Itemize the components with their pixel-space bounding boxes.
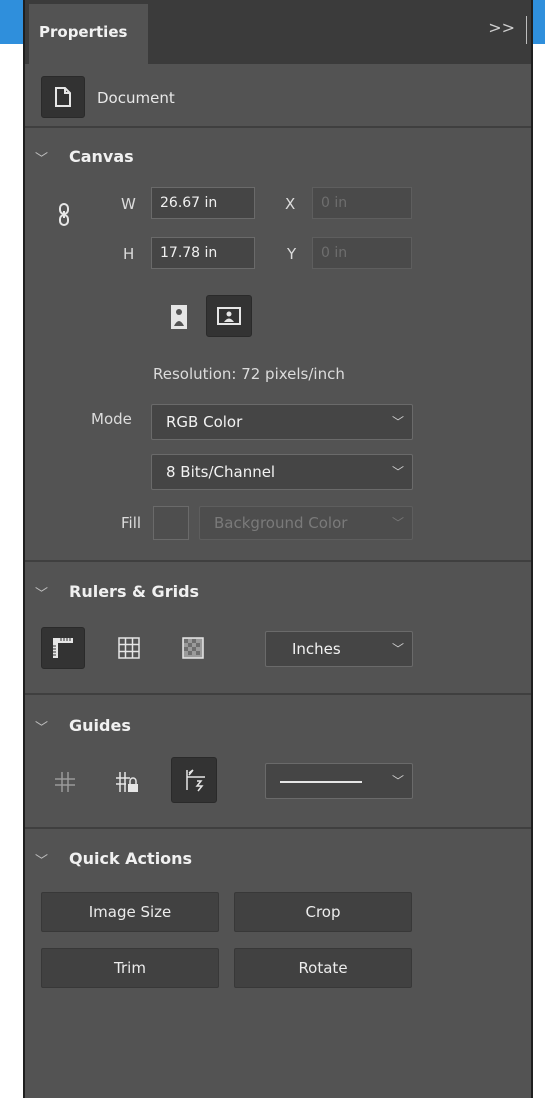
fill-value: Background Color — [214, 514, 348, 532]
panel-divider — [526, 16, 527, 44]
pixel-grid-icon — [182, 637, 204, 659]
link-dimensions-icon[interactable] — [57, 202, 71, 232]
line-style-icon — [280, 781, 362, 783]
ruler-units-value: Inches — [292, 640, 341, 658]
ruler-units-dropdown[interactable]: Inches ﹀ — [265, 631, 413, 667]
lock-guides-button[interactable] — [105, 761, 149, 803]
fill-color-swatch[interactable] — [153, 506, 189, 540]
section-title-guides[interactable]: Guides — [69, 716, 131, 735]
collapse-panel-button[interactable]: >> — [488, 18, 515, 37]
chevron-down-icon: ﹀ — [391, 465, 404, 479]
smart-guides-icon — [186, 769, 205, 792]
width-field[interactable]: 26.67 in — [151, 187, 255, 219]
portrait-orientation-button[interactable] — [162, 297, 196, 337]
guide-style-dropdown[interactable]: ﹀ — [265, 763, 413, 799]
fill-dropdown[interactable]: Background Color ﹀ — [199, 506, 413, 540]
section-title-canvas[interactable]: Canvas — [69, 147, 134, 166]
x-label: X — [285, 195, 296, 213]
y-field[interactable]: 0 in — [312, 237, 412, 269]
bit-depth-value: 8 Bits/Channel — [166, 463, 276, 481]
pixel-grid-toggle-button[interactable] — [171, 627, 215, 669]
guides-icon — [55, 772, 75, 792]
trim-button[interactable]: Trim — [41, 948, 219, 988]
section-title-quick-actions[interactable]: Quick Actions — [69, 849, 192, 868]
landscape-orientation-button[interactable] — [206, 295, 252, 337]
y-label: Y — [287, 245, 297, 263]
rotate-button[interactable]: Rotate — [234, 948, 412, 988]
panel-tab-bar: Properties >> — [25, 0, 531, 64]
divider — [25, 827, 531, 829]
resolution-text: Resolution: 72 pixels/inch — [153, 365, 345, 383]
bit-depth-dropdown[interactable]: 8 Bits/Channel ﹀ — [151, 454, 413, 490]
chevron-down-icon[interactable]: ﹀ — [35, 717, 48, 736]
mode-label: Mode — [91, 410, 132, 428]
document-icon — [55, 87, 71, 107]
chevron-down-icon[interactable]: ﹀ — [35, 850, 48, 869]
color-mode-value: RGB Color — [166, 413, 243, 431]
fill-label: Fill — [121, 514, 142, 532]
chevron-down-icon: ﹀ — [391, 516, 404, 530]
ruler-icon — [53, 638, 73, 658]
guides-toggle-button[interactable] — [43, 761, 87, 803]
properties-panel: Properties >> Document ﹀ Canvas W 26.67 … — [23, 0, 533, 1098]
chevron-down-icon[interactable]: ﹀ — [35, 148, 48, 167]
document-label: Document — [97, 89, 175, 107]
document-button[interactable] — [41, 76, 85, 118]
width-label: W — [121, 195, 136, 213]
tab-properties[interactable]: Properties — [29, 4, 148, 64]
grid-toggle-button[interactable] — [107, 627, 151, 669]
x-field[interactable]: 0 in — [312, 187, 412, 219]
height-field[interactable]: 17.78 in — [151, 237, 255, 269]
chevron-down-icon: ﹀ — [391, 415, 404, 429]
chevron-down-icon[interactable]: ﹀ — [35, 583, 48, 602]
divider — [25, 126, 531, 128]
height-label: H — [123, 245, 135, 263]
smart-guides-button[interactable] — [171, 757, 217, 803]
chevron-down-icon: ﹀ — [391, 642, 404, 656]
portrait-icon — [171, 305, 187, 329]
grid-icon — [118, 637, 140, 659]
color-mode-dropdown[interactable]: RGB Color ﹀ — [151, 404, 413, 440]
chevron-down-icon: ﹀ — [391, 774, 404, 788]
divider — [25, 693, 531, 695]
section-title-rulers-grids[interactable]: Rulers & Grids — [69, 582, 199, 601]
rulers-toggle-button[interactable] — [41, 627, 85, 669]
lock-guides-icon — [116, 772, 138, 792]
landscape-icon — [217, 307, 241, 325]
divider — [25, 560, 531, 562]
image-size-button[interactable]: Image Size — [41, 892, 219, 932]
crop-button[interactable]: Crop — [234, 892, 412, 932]
